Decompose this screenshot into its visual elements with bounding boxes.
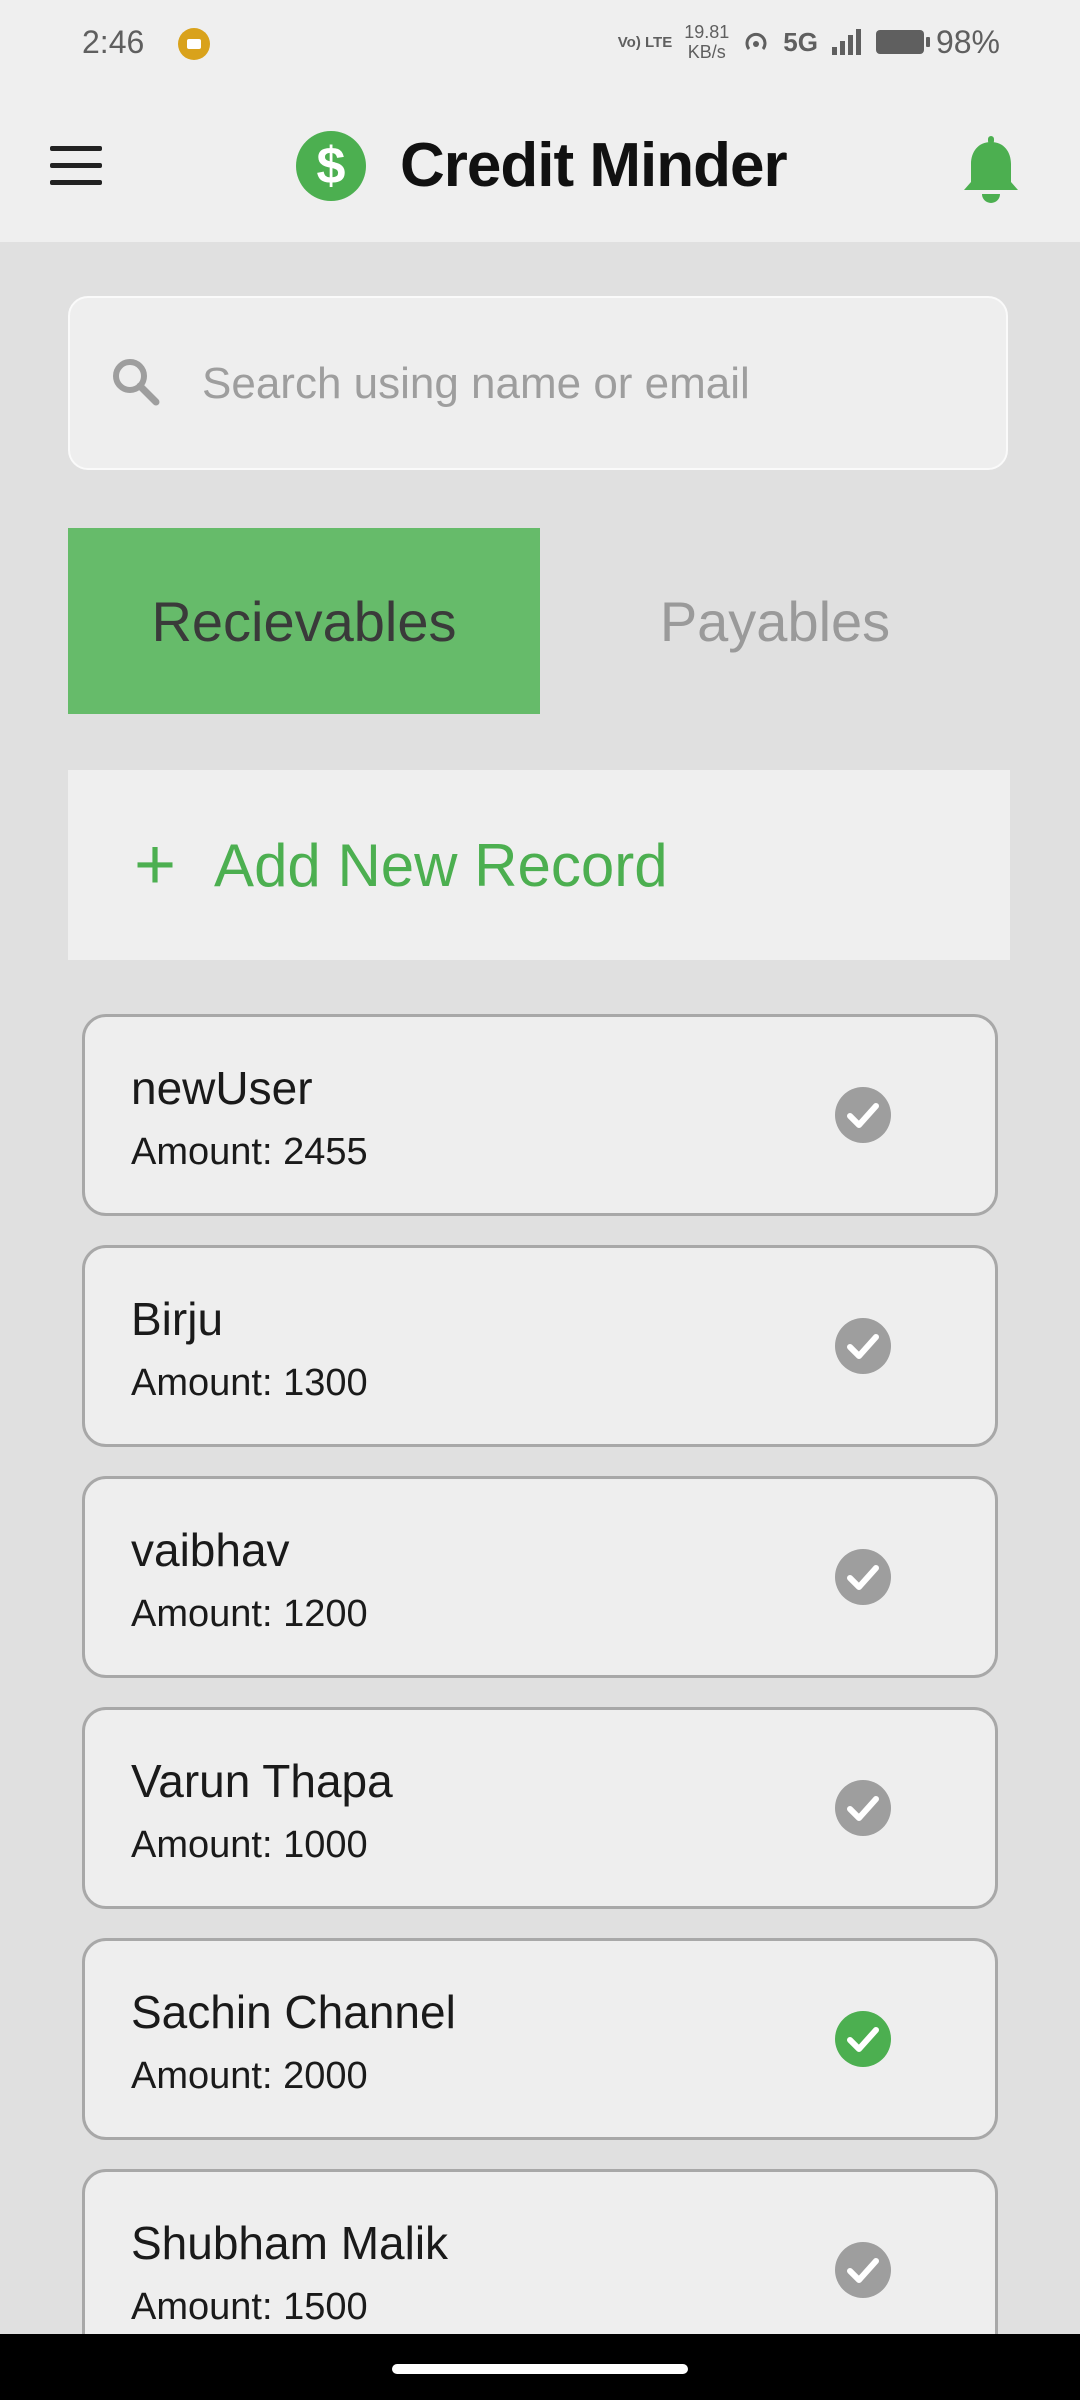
- status-indicators: Vo) LTE 19.81 KB/s 5G 98%: [618, 22, 1000, 62]
- record-name: Sachin Channel: [131, 1986, 456, 2038]
- menu-icon[interactable]: [50, 146, 102, 186]
- battery-percentage: 98%: [935, 23, 1000, 60]
- check-circle-icon[interactable]: [835, 1087, 891, 1143]
- home-indicator[interactable]: [392, 2364, 688, 2374]
- search-bar: [68, 296, 1008, 470]
- bell-icon[interactable]: [958, 136, 1024, 208]
- record-amount: Amount: 2000: [131, 2055, 368, 2097]
- app-brand: $ Credit Minder: [296, 130, 788, 201]
- record-amount: Amount: 1500: [131, 2286, 368, 2328]
- check-circle-icon[interactable]: [835, 1318, 891, 1374]
- check-circle-icon[interactable]: [835, 1780, 891, 1836]
- search-input[interactable]: [200, 346, 964, 422]
- check-circle-icon[interactable]: [835, 2242, 891, 2298]
- network-speed-unit: KB/s: [687, 42, 726, 62]
- record-amount: Amount: 2455: [131, 1131, 368, 1173]
- record-amount: Amount: 1200: [131, 1593, 368, 1635]
- network-speed-value: 19.81: [684, 22, 730, 42]
- app-title: Credit Minder: [400, 131, 788, 200]
- notification-app-icon: [178, 28, 210, 60]
- record-name: Birju: [131, 1293, 224, 1345]
- record-list: newUser Amount: 2455 Birju Amount: 1300 …: [82, 1014, 998, 2400]
- plus-icon: +: [134, 825, 177, 905]
- add-new-record-button[interactable]: + Add New Record: [68, 770, 1010, 960]
- record-card[interactable]: vaibhav Amount: 1200: [82, 1476, 998, 1678]
- tab-payables[interactable]: Payables: [540, 528, 1010, 714]
- record-name: newUser: [131, 1062, 313, 1114]
- record-card[interactable]: newUser Amount: 2455: [82, 1014, 998, 1216]
- hotspot-icon: [745, 32, 767, 50]
- check-circle-icon[interactable]: [835, 1549, 891, 1605]
- app-header: $ Credit Minder: [0, 88, 1080, 242]
- record-name: vaibhav: [131, 1524, 290, 1576]
- status-time: 2:46: [82, 24, 145, 60]
- record-name: Varun Thapa: [131, 1755, 393, 1807]
- check-circle-icon[interactable]: [835, 2011, 891, 2067]
- system-nav-bar: [0, 2334, 1080, 2400]
- network-type: 5G: [783, 26, 818, 57]
- record-card[interactable]: Birju Amount: 1300: [82, 1245, 998, 1447]
- record-name: Shubham Malik: [131, 2217, 449, 2269]
- status-bar: 2:46 Vo) LTE 19.81 KB/s 5G 98%: [0, 0, 1080, 88]
- network-speed: 19.81 KB/s: [684, 22, 729, 62]
- dollar-logo-icon: $: [296, 130, 366, 201]
- volte-indicator: Vo) LTE: [617, 33, 673, 51]
- search-icon: [113, 359, 160, 406]
- record-amount: Amount: 1000: [131, 1824, 368, 1866]
- record-card[interactable]: Sachin Channel Amount: 2000: [82, 1938, 998, 2140]
- record-amount: Amount: 1300: [131, 1362, 368, 1404]
- signal-icon: [831, 29, 861, 55]
- tab-recievables[interactable]: Recievables: [68, 528, 540, 714]
- add-new-record-label: Add New Record: [214, 831, 668, 899]
- record-card[interactable]: Varun Thapa Amount: 1000: [82, 1707, 998, 1909]
- battery-icon: [875, 30, 930, 54]
